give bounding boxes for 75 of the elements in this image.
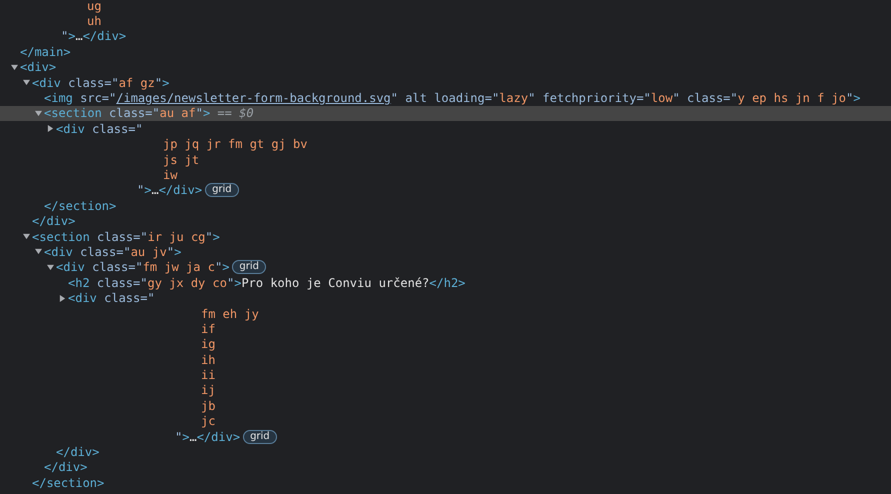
code-text: <div> [20, 59, 56, 76]
code-text: if [201, 320, 216, 338]
code-text: <section class="au af"> == $0 [44, 105, 254, 122]
tree-row[interactable]: </section> [0, 198, 891, 214]
tree-row[interactable]: </div> [0, 460, 891, 476]
code-text: ig [201, 336, 216, 354]
tree-row[interactable]: jc [0, 414, 891, 429]
code-text: ij [201, 382, 216, 400]
code-text: </section> [44, 198, 116, 215]
tree-row[interactable]: <div class="af gz"> [0, 74, 891, 90]
tree-row[interactable]: </div> [0, 213, 891, 229]
tree-row[interactable]: ug [0, 0, 891, 14]
tree-row[interactable]: </main> [0, 44, 891, 60]
code-text: jc [201, 413, 216, 430]
tree-row[interactable]: jp jq jr fm gt gj bv [0, 136, 891, 152]
tree-row[interactable]: <img src="/images/newsletter-form-background.svg" alt loading="lazy" fetchpriority="low" class="y ep hs jn f jo"> [0, 90, 891, 106]
tree-row[interactable]: <div class="au jv"> [0, 244, 891, 260]
tree-row[interactable]: <div class=" [0, 290, 891, 306]
tree-row[interactable]: fm eh jy [0, 306, 891, 322]
triangle-down-icon[interactable] [35, 248, 42, 256]
code-text: fm eh jy [201, 306, 259, 323]
code-text: <div class=" [68, 290, 155, 308]
triangle-down-icon[interactable] [47, 264, 54, 271]
tree-row[interactable]: <div> [0, 60, 891, 75]
tree-row[interactable]: ">…</div> grid [0, 428, 891, 444]
code-text: uh [87, 13, 102, 30]
code-text: <div class=" [56, 120, 143, 138]
grid-badge[interactable]: grid [243, 430, 277, 444]
tree-row[interactable]: <section class="au af"> == $0 [0, 106, 891, 122]
code-text: ug [87, 0, 102, 15]
grid-badge[interactable]: grid [232, 260, 266, 274]
tree-row[interactable]: ig [0, 336, 891, 352]
triangle-right-icon[interactable] [59, 294, 66, 302]
triangle-down-icon[interactable] [23, 233, 30, 240]
tree-row[interactable]: uh [0, 13, 891, 29]
tree-row[interactable]: jb [0, 398, 891, 414]
code-text: jb [201, 398, 216, 415]
tree-row[interactable]: <div class=" [0, 121, 891, 137]
tree-row[interactable]: ih [0, 352, 891, 368]
code-text: ">…</div> [137, 182, 202, 200]
code-text: <h2 class="gy jx dy co">Pro koho je Conviu určené?</h2> [68, 274, 466, 292]
tree-row[interactable]: <h2 class="gy jx dy co">Pro koho je Conviu určené?</h2> [0, 275, 891, 290]
tree-row[interactable]: ii [0, 367, 891, 383]
tree-row[interactable]: ">…</div> [0, 28, 891, 44]
tree-row[interactable]: </div> [0, 444, 891, 460]
tree-row[interactable]: <div class="fm jw ja c"> grid [0, 260, 891, 276]
code-text: </div> [32, 213, 76, 230]
tree-row[interactable]: ij [0, 382, 891, 398]
code-text: <div class="af gz"> [32, 74, 170, 92]
tree-row[interactable]: <section class="ir ju cg"> [0, 228, 891, 244]
code-text: <img src="/images/newsletter-form-background.svg" alt loading="lazy" fetchpriority="low" class="y ep hs jn f jo"> [44, 90, 860, 108]
tree-row[interactable]: ">…</div> grid [0, 182, 891, 198]
code-text: ii [201, 367, 216, 384]
code-text: <div class="fm jw ja c"> [56, 259, 230, 276]
grid-badge[interactable]: grid [205, 183, 239, 198]
triangle-down-icon[interactable] [35, 110, 42, 117]
tree-row[interactable]: if [0, 321, 891, 337]
triangle-down-icon[interactable] [23, 79, 30, 86]
code-text: ">…</div> [61, 28, 126, 46]
code-text: </section> [32, 474, 104, 492]
code-text: <div class="au jv"> [44, 244, 182, 261]
code-text: jp jq jr fm gt gj bv [163, 136, 308, 154]
code-text: ih [201, 352, 216, 369]
code-text: iw [163, 167, 178, 184]
code-text: </div> [44, 459, 88, 476]
code-text: </div> [56, 444, 100, 462]
code-text: js jt [163, 152, 200, 169]
tree-row[interactable]: </section> [0, 475, 891, 490]
code-text: </main> [20, 44, 71, 61]
tree-row[interactable]: iw [0, 167, 891, 183]
code-text: <section class="ir ju cg"> [32, 228, 220, 246]
triangle-right-icon[interactable] [47, 125, 54, 132]
code-text: ">…</div> [175, 428, 240, 446]
tree-row[interactable]: js jt [0, 152, 891, 168]
triangle-down-icon[interactable] [11, 64, 18, 71]
